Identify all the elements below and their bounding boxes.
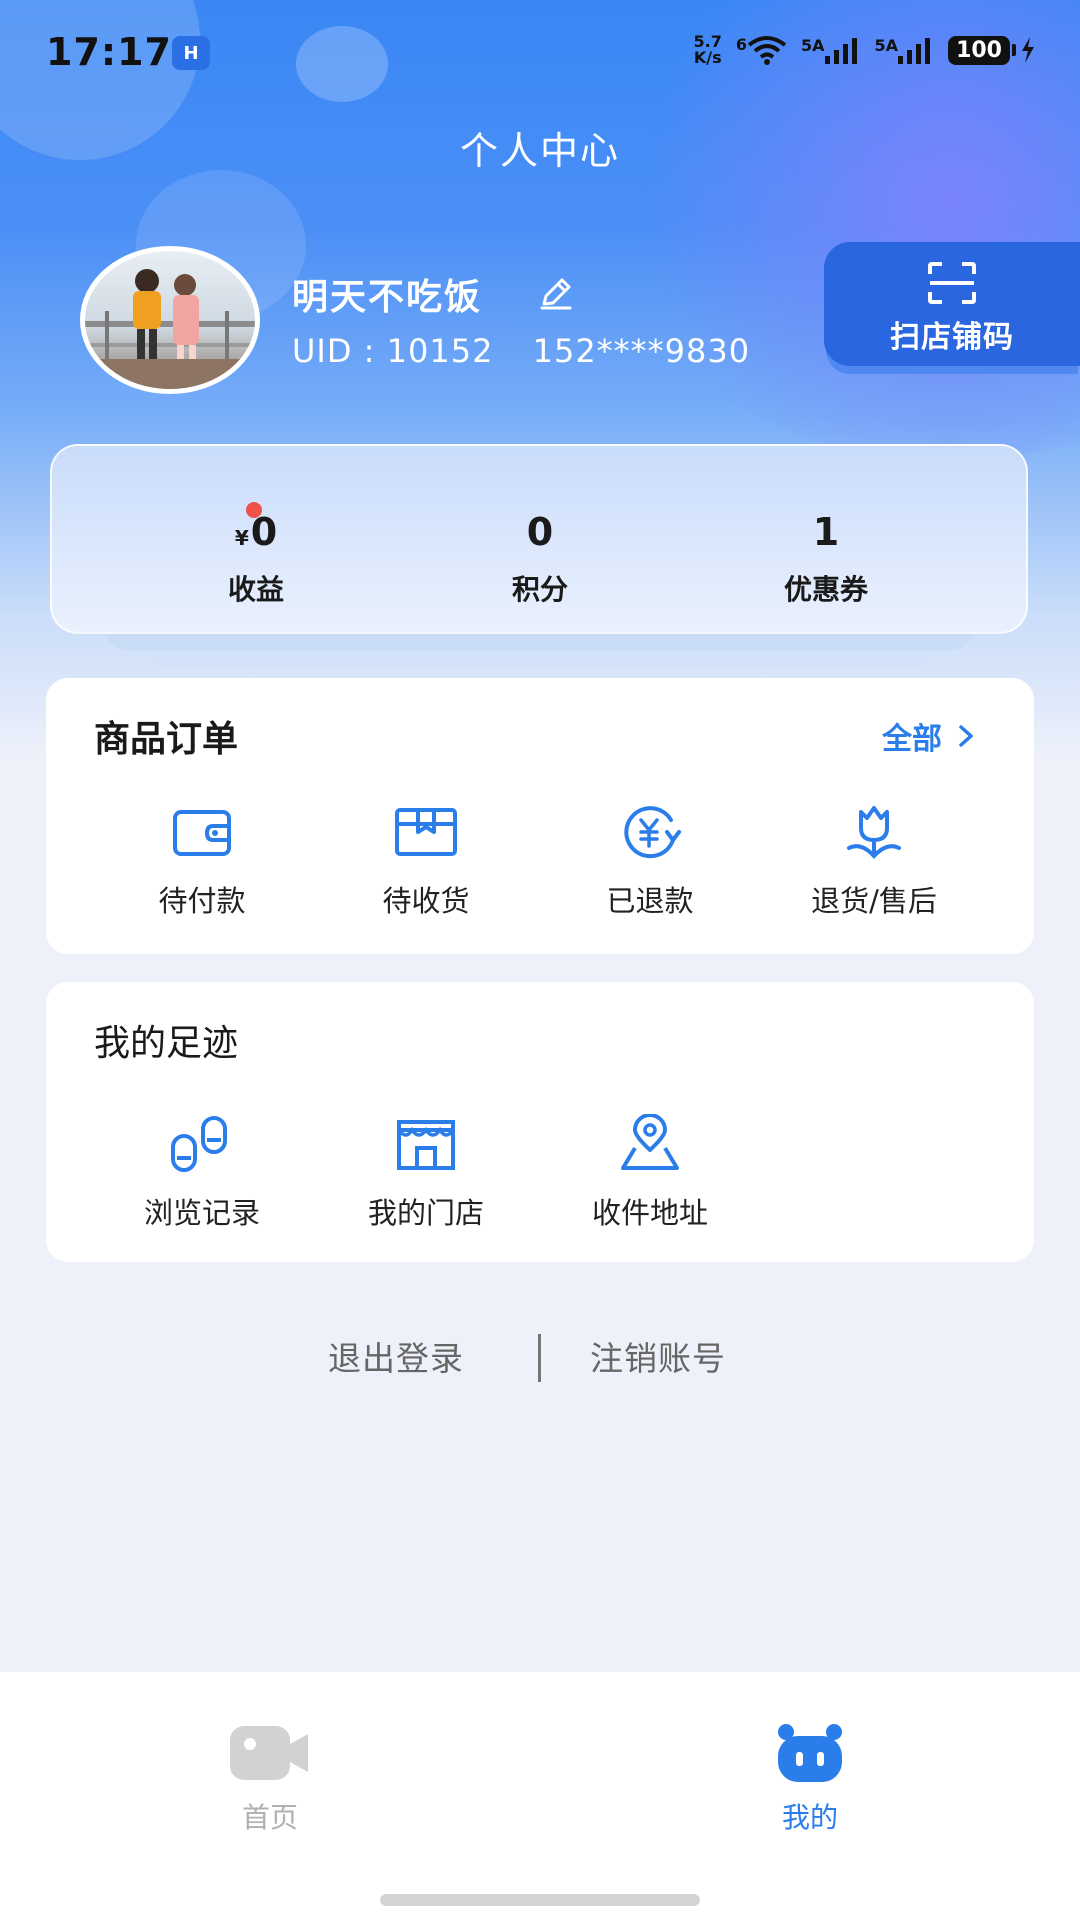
stat-earnings[interactable]: ¥0 收益 — [146, 510, 366, 608]
scan-icon — [928, 262, 976, 304]
signal-icon: 5A — [875, 36, 935, 64]
package-icon — [395, 808, 457, 856]
bottom-tab-bar: 首页 我的 — [0, 1672, 1080, 1920]
shipping-address[interactable]: 收件地址 — [550, 1114, 750, 1232]
robot-face-icon — [778, 1724, 842, 1782]
wifi-icon: 6 — [736, 35, 787, 65]
view-all-orders-link[interactable]: 全部 — [882, 714, 974, 758]
orders-card: 商品订单 全部 待付款 待收货 已退款 退货/售后 — [46, 678, 1034, 954]
stat-coupons[interactable]: 1 优惠券 — [716, 510, 936, 608]
account-actions: 退出登录 注销账号 — [0, 1332, 1080, 1384]
stat-points[interactable]: 0 积分 — [430, 510, 650, 608]
user-uid: UID : 10152 — [292, 332, 494, 370]
wallet-icon — [173, 810, 231, 856]
status-time: 17:17 — [46, 30, 172, 74]
username: 明天不吃饭 — [292, 277, 483, 318]
home-indicator[interactable] — [380, 1894, 700, 1906]
footprints-card: 我的足迹 浏览记录 我的门店 收件地址 — [46, 982, 1034, 1262]
signal-icon: 5A — [801, 36, 861, 64]
footprints-title: 我的足迹 — [94, 1023, 239, 1064]
my-store[interactable]: 我的门店 — [326, 1114, 526, 1232]
user-phone: 152****9830 — [532, 332, 751, 370]
order-after-sale[interactable]: 退货/售后 — [774, 802, 974, 920]
page-title: 个人中心 — [459, 129, 620, 173]
status-bar: 17:17 H 5.7 K/s 6 5A 5A 100 — [0, 0, 1080, 104]
video-camera-icon — [230, 1726, 308, 1780]
stats-card: ¥0 收益 0 积分 1 优惠券 — [50, 444, 1028, 634]
scan-store-code-button[interactable]: 扫店铺码 — [824, 242, 1080, 366]
order-pending-receipt[interactable]: 待收货 — [326, 802, 526, 920]
tab-mine[interactable]: 我的 — [730, 1722, 890, 1836]
orders-title: 商品订单 — [94, 719, 239, 760]
network-speed: 5.7 K/s — [693, 32, 722, 67]
battery-icon: 100 — [948, 35, 1036, 65]
footprints-icon — [171, 1116, 227, 1172]
order-refunded[interactable]: 已退款 — [550, 802, 750, 920]
user-id-line: UID : 10152 152****9830 — [292, 332, 778, 370]
edit-pencil-icon[interactable] — [536, 274, 576, 314]
delete-account-button[interactable]: 注销账号 — [590, 1332, 726, 1380]
refund-icon — [624, 806, 681, 859]
store-icon — [397, 1120, 455, 1170]
logout-button[interactable]: 退出登录 — [328, 1332, 464, 1380]
hd-icon: H — [172, 36, 210, 70]
scan-store-code-label: 扫店铺码 — [890, 320, 1014, 355]
avatar[interactable] — [80, 246, 260, 394]
browsing-history[interactable]: 浏览记录 — [102, 1114, 302, 1232]
tab-home[interactable]: 首页 — [190, 1722, 350, 1836]
notification-dot — [246, 502, 262, 518]
divider — [538, 1334, 541, 1382]
after-sale-icon — [847, 806, 901, 859]
location-icon — [621, 1114, 679, 1170]
chevron-right-icon — [959, 725, 973, 747]
order-pending-payment[interactable]: 待付款 — [102, 802, 302, 920]
